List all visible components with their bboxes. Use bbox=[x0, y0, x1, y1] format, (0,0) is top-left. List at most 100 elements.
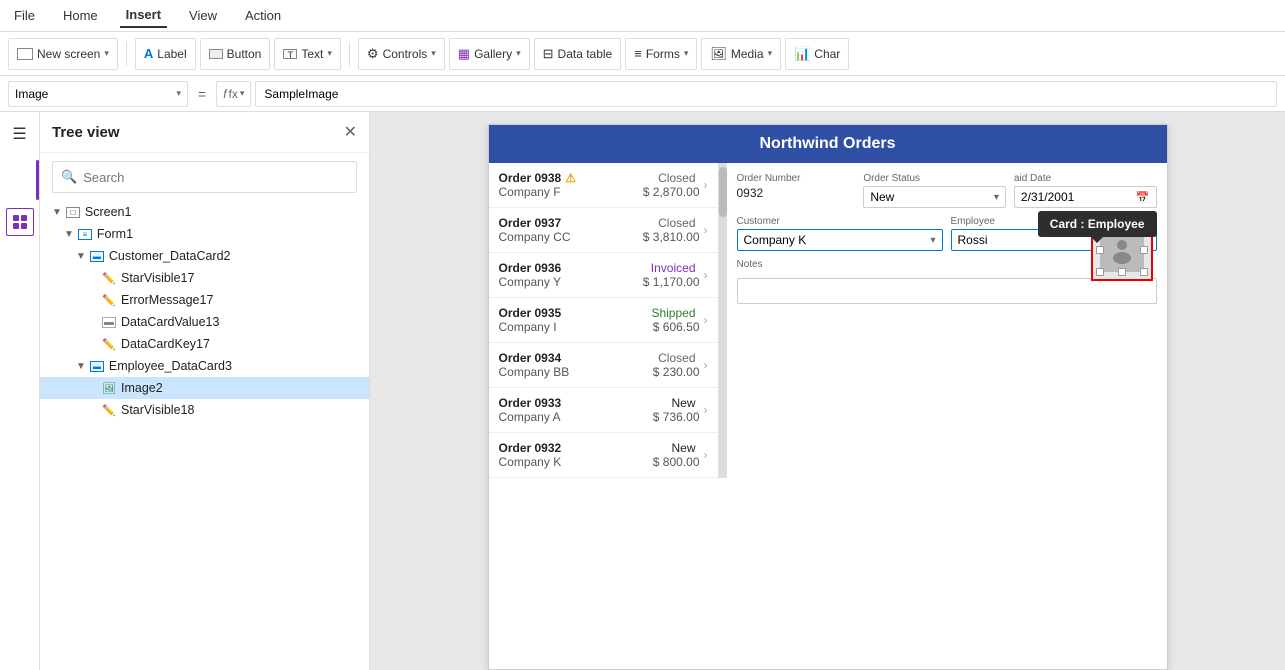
datacardvalue13-label: DataCardValue13 bbox=[121, 315, 219, 329]
order-company-0936: Company Y bbox=[499, 275, 643, 289]
menu-file[interactable]: File bbox=[8, 4, 41, 27]
app-window: Northwind Orders Order 0938 ⚠ Company F bbox=[488, 124, 1168, 670]
customer-select-arrow: ▾ bbox=[930, 235, 935, 246]
order-status-select[interactable]: New ▾ bbox=[863, 186, 1006, 208]
formula-fx-label: fx bbox=[229, 87, 238, 101]
paid-date-label: aid Date bbox=[1014, 173, 1157, 184]
handle-bm[interactable] bbox=[1118, 268, 1126, 276]
formula-fx-button[interactable]: f fx ▾ bbox=[216, 81, 251, 107]
order-status-field: Order Status New ▾ bbox=[863, 173, 1006, 208]
list-scrollbar[interactable] bbox=[719, 163, 727, 478]
gallery-icon: ▦ bbox=[458, 46, 470, 62]
gallery-label: Gallery bbox=[474, 47, 512, 61]
handle-br[interactable] bbox=[1140, 268, 1148, 276]
data-table-label: Data table bbox=[558, 47, 613, 61]
media-button[interactable]: 🖼 Media ▾ bbox=[701, 38, 781, 70]
order-num-0933: Order 0933 bbox=[499, 396, 653, 410]
order-status-0932: New bbox=[653, 441, 696, 455]
button-button[interactable]: Button bbox=[200, 38, 271, 70]
hamburger-icon[interactable]: ☰ bbox=[12, 124, 26, 144]
formula-equals-sign: = bbox=[198, 86, 206, 102]
tree-item-screen1[interactable]: ▼ □ Screen1 bbox=[40, 201, 369, 223]
layers-icon[interactable] bbox=[6, 208, 34, 236]
customer-datacard2-label: Customer_DataCard2 bbox=[109, 249, 231, 263]
order-right-0935: Shipped $ 606.50 bbox=[651, 306, 699, 334]
text-label: Text bbox=[301, 47, 323, 61]
order-company-0937: Company CC bbox=[499, 230, 643, 244]
menu-home[interactable]: Home bbox=[57, 4, 104, 27]
order-number-field: Order Number 0932 bbox=[737, 173, 856, 208]
order-num-0937: Order 0937 bbox=[499, 216, 643, 230]
controls-chevron: ▾ bbox=[431, 48, 436, 59]
button-icon bbox=[209, 49, 223, 59]
order-status-select-arrow: ▾ bbox=[994, 192, 999, 203]
order-item-0937[interactable]: Order 0937 Company CC Closed $ 3,810.00 … bbox=[489, 208, 718, 253]
app-form: Order Number 0932 Order Status New ▾ aid… bbox=[727, 163, 1167, 478]
chart-button[interactable]: 📊 Char bbox=[785, 38, 849, 70]
handle-bl[interactable] bbox=[1096, 268, 1104, 276]
tree-item-image2[interactable]: 🖼 Image2 bbox=[40, 377, 369, 399]
search-input[interactable] bbox=[83, 170, 348, 185]
tree-close-button[interactable]: ✕ bbox=[344, 122, 357, 142]
tree-panel: Tree view ✕ 🔍 ▼ □ Screen1 ▼ bbox=[40, 112, 370, 670]
screen1-arrow: ▼ bbox=[52, 207, 62, 218]
chart-icon: 📊 bbox=[794, 46, 810, 62]
forms-button[interactable]: ≡ Forms ▾ bbox=[625, 38, 697, 70]
formula-selector[interactable]: Image ▾ bbox=[8, 81, 188, 107]
text-icon: T bbox=[283, 49, 297, 59]
tree-item-customer-datacard2[interactable]: ▼ ▬ Customer_DataCard2 bbox=[40, 245, 369, 267]
data-table-button[interactable]: ⊟ Data table bbox=[534, 38, 622, 70]
menu-view[interactable]: View bbox=[183, 4, 223, 27]
tree-item-starvisible18[interactable]: ✏️ StarVisible18 bbox=[40, 399, 369, 421]
order-right-0937: Closed $ 3,810.00 bbox=[643, 216, 700, 244]
order-item-0935[interactable]: Order 0935 Company I Shipped $ 606.50 › bbox=[489, 298, 718, 343]
tree-item-form1[interactable]: ▼ ≡ Form1 bbox=[40, 223, 369, 245]
form-row-1: Order Number 0932 Order Status New ▾ aid… bbox=[737, 173, 1157, 208]
order-amount-0932: $ 800.00 bbox=[653, 455, 700, 469]
customer-select[interactable]: Company K ▾ bbox=[737, 229, 943, 251]
order-company-0933: Company A bbox=[499, 410, 653, 424]
starvisible17-label: StarVisible17 bbox=[121, 271, 194, 285]
order-company-0935: Company I bbox=[499, 320, 652, 334]
formula-input[interactable] bbox=[255, 81, 1277, 107]
media-chevron: ▾ bbox=[768, 48, 773, 59]
order-item-0934[interactable]: Order 0934 Company BB Closed $ 230.00 › bbox=[489, 343, 718, 388]
calendar-icon: 📅 bbox=[1136, 191, 1150, 204]
tree-item-employee-datacard3[interactable]: ▼ ▬ Employee_DataCard3 bbox=[40, 355, 369, 377]
notes-input[interactable] bbox=[737, 278, 1157, 304]
menu-action[interactable]: Action bbox=[239, 4, 287, 27]
label-button[interactable]: A Label bbox=[135, 38, 196, 70]
tree-item-errormessage17[interactable]: ✏️ ErrorMessage17 bbox=[40, 289, 369, 311]
tree-item-datacardvalue13[interactable]: ▬ DataCardValue13 bbox=[40, 311, 369, 333]
order-status-label: Order Status bbox=[863, 173, 1006, 184]
controls-button[interactable]: ⚙ Controls ▾ bbox=[358, 38, 445, 70]
order-right-0938: Closed $ 2,870.00 bbox=[643, 171, 700, 199]
app-header: Northwind Orders bbox=[489, 125, 1167, 163]
scroll-thumb[interactable] bbox=[719, 167, 727, 217]
order-status-select-value: New bbox=[870, 190, 894, 204]
order-num-0938: Order 0938 ⚠ bbox=[499, 171, 643, 185]
order-arrow-0936: › bbox=[704, 268, 708, 282]
order-right-0934: Closed $ 230.00 bbox=[653, 351, 700, 379]
order-status-0933: New bbox=[653, 396, 696, 410]
employee-datacard3-arrow: ▼ bbox=[76, 361, 86, 372]
order-status-0936: Invoiced bbox=[643, 261, 696, 275]
order-item-0933[interactable]: Order 0933 Company A New $ 736.00 › bbox=[489, 388, 718, 433]
form1-arrow: ▼ bbox=[64, 229, 74, 240]
order-info-0937: Order 0937 Company CC bbox=[499, 216, 643, 244]
paid-date-input[interactable]: 2/31/2001 📅 bbox=[1014, 186, 1157, 208]
text-button[interactable]: T Text ▾ bbox=[274, 38, 341, 70]
order-item-0932[interactable]: Order 0932 Company K New $ 800.00 › bbox=[489, 433, 718, 478]
tree-item-datacardkey17[interactable]: ✏️ DataCardKey17 bbox=[40, 333, 369, 355]
menu-insert[interactable]: Insert bbox=[120, 3, 167, 28]
order-item-0938[interactable]: Order 0938 ⚠ Company F Closed $ 2,870.00… bbox=[489, 163, 718, 208]
order-num-0932: Order 0932 bbox=[499, 441, 653, 455]
gallery-button[interactable]: ▦ Gallery ▾ bbox=[449, 38, 530, 70]
card-tooltip-text: Card : Employee bbox=[1050, 217, 1145, 231]
new-screen-button[interactable]: New screen ▾ bbox=[8, 38, 118, 70]
handle-ml[interactable] bbox=[1096, 246, 1104, 254]
tree-item-starvisible17[interactable]: ✏️ StarVisible17 bbox=[40, 267, 369, 289]
handle-mr[interactable] bbox=[1140, 246, 1148, 254]
order-arrow-0934: › bbox=[704, 358, 708, 372]
order-item-0936[interactable]: Order 0936 Company Y Invoiced $ 1,170.00… bbox=[489, 253, 718, 298]
